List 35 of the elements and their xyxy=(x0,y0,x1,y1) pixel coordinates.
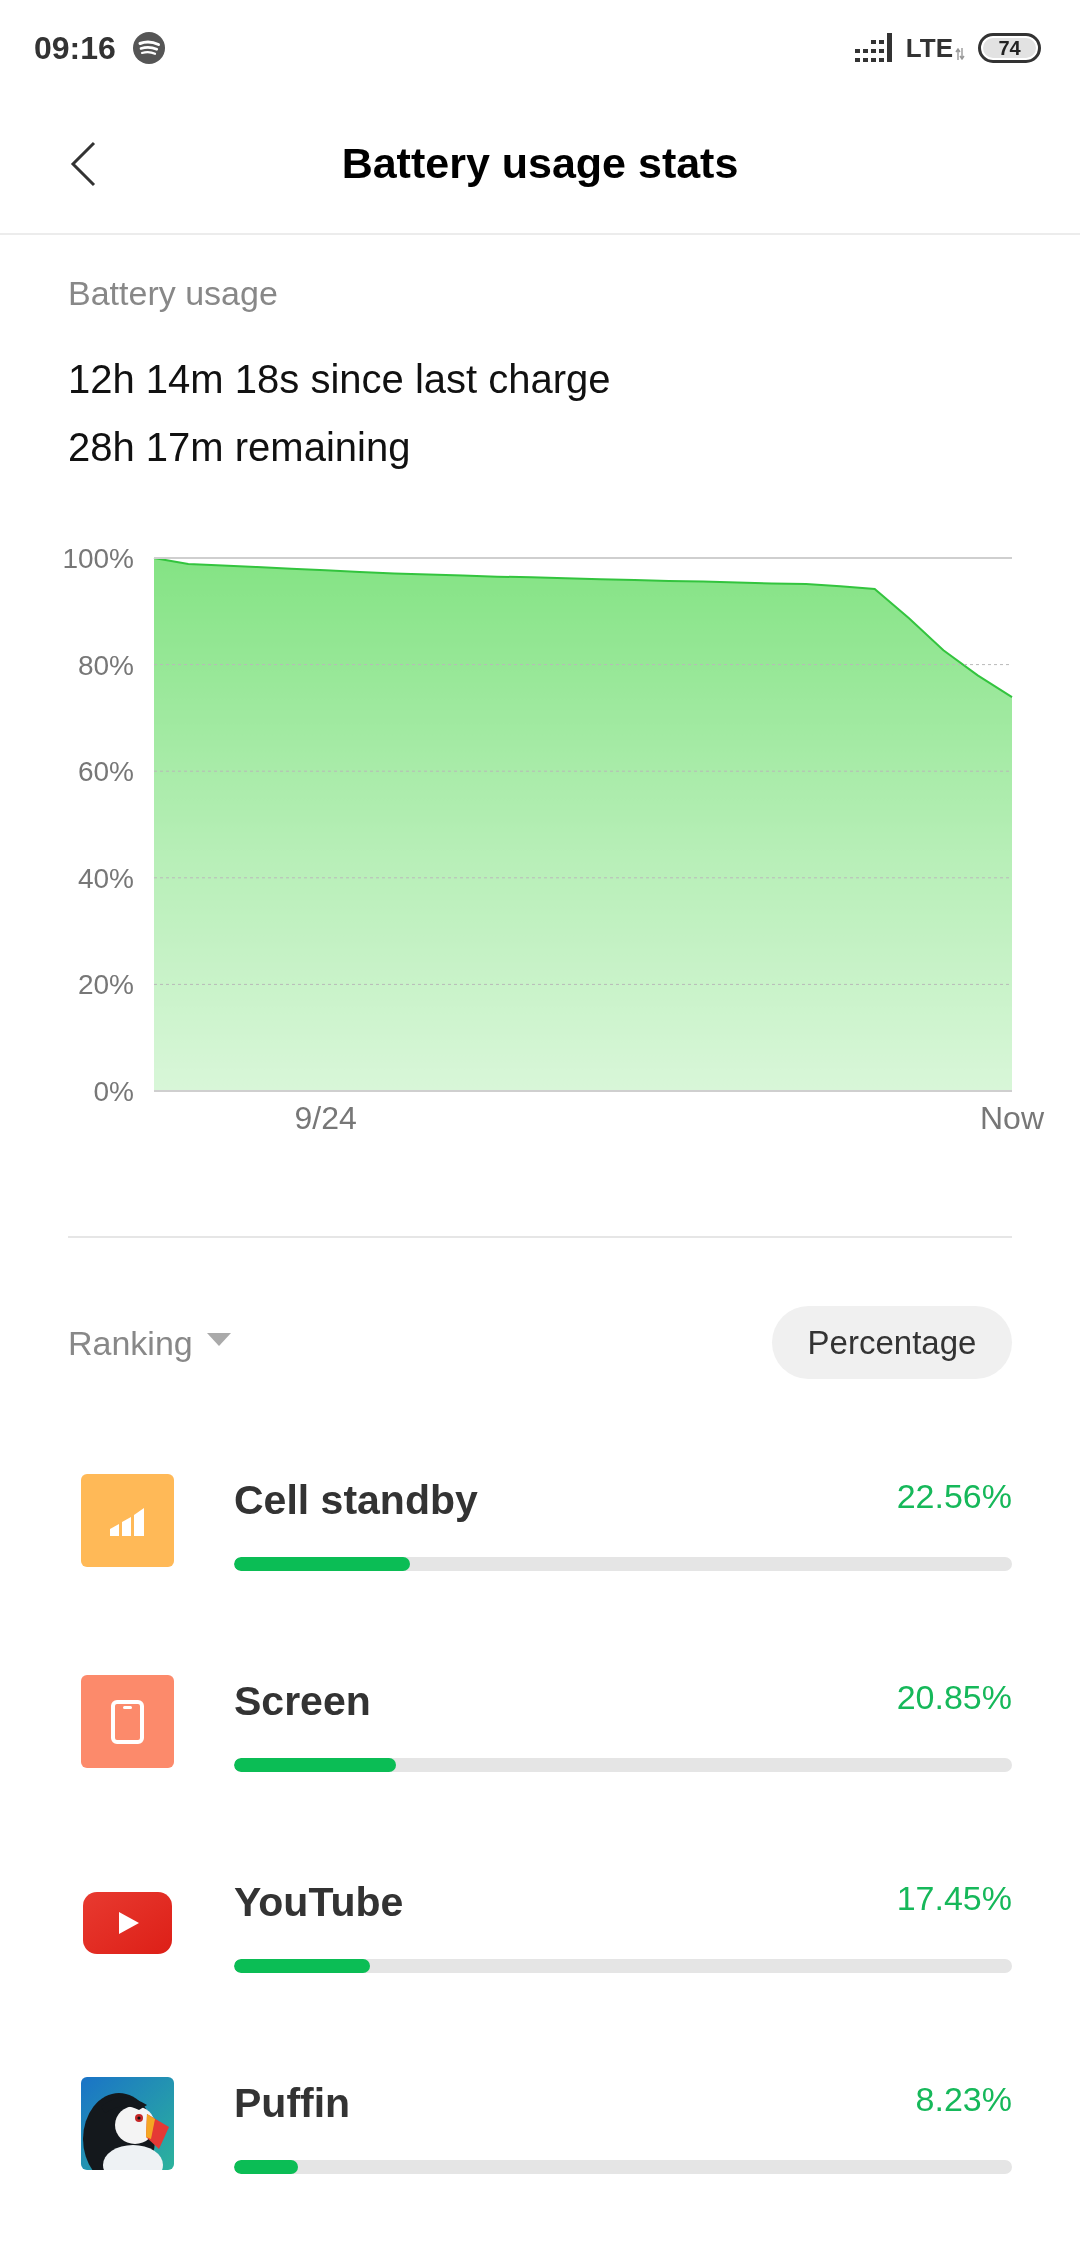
y-axis-label: 20% xyxy=(77,969,134,1001)
puffin-bird-icon xyxy=(81,2077,174,2170)
y-axis-label: 0% xyxy=(93,1076,134,1107)
signal-bars-icon xyxy=(81,1474,174,1567)
app-name: YouTube xyxy=(234,1878,404,1927)
music-icon xyxy=(132,31,165,64)
y-axis-label: 80% xyxy=(77,649,134,681)
network-type: LTE xyxy=(905,34,953,61)
back-button[interactable] xyxy=(70,141,96,187)
battery-indicator: 74 xyxy=(978,32,1041,63)
remaining-text: 28h 17m remaining xyxy=(68,424,412,471)
y-axis-label: 40% xyxy=(77,862,134,894)
percentage-button[interactable]: Percentage xyxy=(772,1306,1012,1379)
caret-icon xyxy=(206,1333,231,1346)
app-name: Cell standby xyxy=(234,1476,478,1525)
status-time: 09:16 xyxy=(34,31,116,64)
x-axis-label: 9/24 xyxy=(294,1100,357,1136)
app-name: Screen xyxy=(234,1677,371,1726)
phone-screen-icon xyxy=(81,1675,174,1768)
usage-percent: 8.23% xyxy=(915,2079,1012,2120)
ranking-dropdown[interactable]: Ranking xyxy=(68,1325,231,1360)
y-axis-label: 100% xyxy=(62,543,134,574)
data-arrows-icon xyxy=(955,47,965,60)
since-charge-text: 12h 14m 18s since last charge xyxy=(68,356,612,403)
usage-percent: 22.56% xyxy=(896,1476,1012,1517)
back-icon xyxy=(70,141,96,187)
app-name: Puffin xyxy=(234,2079,351,2128)
page-title: Battery usage stats xyxy=(341,138,739,190)
usage-percent: 20.85% xyxy=(896,1677,1012,1718)
x-axis-label: Now xyxy=(980,1100,1044,1136)
signal-icon xyxy=(854,33,893,62)
usage-percent: 17.45% xyxy=(896,1878,1012,1919)
y-axis-label: 60% xyxy=(77,756,134,788)
play-icon xyxy=(83,1891,172,1954)
section-label: Battery usage xyxy=(68,273,279,314)
